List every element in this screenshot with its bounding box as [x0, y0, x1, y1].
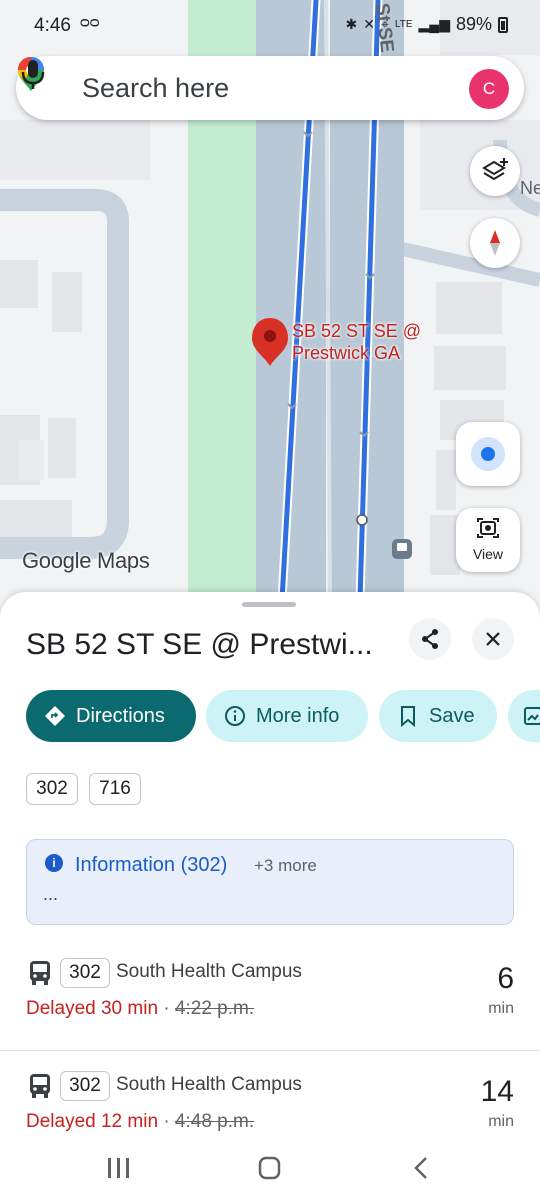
minutes-unit: min — [488, 1113, 514, 1130]
compass-icon — [490, 230, 500, 256]
layers-icon — [482, 158, 508, 181]
alert-ellipsis: ... — [43, 884, 59, 904]
bookmark-icon — [401, 706, 415, 727]
close-icon — [486, 632, 500, 646]
stop-label-line1: SB 52 ST SE @ — [292, 321, 421, 341]
minutes-until: 6 — [497, 962, 514, 995]
departure-status: Delayed 30 min · 4:22 p.m. — [26, 998, 254, 1020]
voicemail-icon: ᴑᴑ — [80, 14, 100, 31]
search-input[interactable]: Search here — [82, 73, 229, 104]
view-label: View — [472, 546, 504, 562]
lte-icon: LTE — [394, 19, 413, 30]
more-info-label: More info — [256, 704, 340, 727]
route-tag[interactable]: 302 — [26, 773, 78, 805]
scheduled-time: 4:48 p.m. — [174, 1111, 255, 1132]
share-icon — [422, 629, 438, 649]
alert-more-count: +3 more — [254, 856, 317, 875]
microphone-icon[interactable] — [16, 56, 50, 92]
share-button[interactable] — [409, 618, 451, 660]
place-title: SB 52 ST SE @ Prestwi... — [26, 628, 373, 661]
alert-title: Information (302) — [75, 854, 228, 876]
scheduled-time: 4:22 p.m. — [174, 998, 255, 1019]
system-nav-bar — [0, 1140, 540, 1200]
separator: · — [163, 1111, 170, 1132]
directions-label: Directions — [76, 704, 165, 727]
recent-apps-icon[interactable] — [108, 1158, 129, 1178]
transit-alert-box[interactable]: i Information (302) +3 more ... — [26, 839, 514, 925]
status-time: 4:46 — [34, 15, 71, 36]
minutes-until: 14 — [480, 1075, 514, 1108]
sheet-drag-handle[interactable] — [242, 602, 296, 607]
camera-icon — [477, 518, 499, 538]
home-icon[interactable] — [258, 1156, 281, 1180]
stop-marker-label[interactable]: SB 52 ST SE @ Prestwick GA — [292, 320, 421, 364]
layers-button[interactable] — [470, 146, 520, 196]
status-bar: 4:46 ᴑᴑ ✱ ✕ ⌖ LTE ▂▄▆ 89% — [0, 0, 540, 52]
minutes-unit: min — [488, 1000, 514, 1017]
stop-label-line2: Prestwick GA — [292, 343, 401, 363]
directions-icon — [45, 706, 65, 726]
signal-icon: ▂▄▆ — [418, 16, 450, 32]
photo-icon — [524, 707, 540, 725]
battery-icon — [498, 16, 508, 33]
departure-row[interactable]: 302 South Health Campus Delayed 30 min ·… — [0, 938, 540, 1050]
departure-route-badge: 302 — [60, 1071, 110, 1101]
back-icon[interactable] — [414, 1157, 427, 1179]
route-tag[interactable]: 716 — [89, 773, 141, 805]
share-photo-chip[interactable] — [508, 690, 540, 742]
more-info-button[interactable]: More info — [206, 690, 368, 742]
departure-status: Delayed 12 min · 4:48 p.m. — [26, 1111, 254, 1133]
street-view-button[interactable]: View — [456, 508, 520, 572]
mute-icon: ✕ — [363, 16, 376, 32]
location-icon: ⌖ — [381, 16, 389, 32]
road-label-right: Ne — [520, 178, 540, 198]
save-label: Save — [429, 704, 475, 727]
google-maps-logo: Google Maps — [22, 548, 150, 573]
battery-percent: 89% — [455, 14, 492, 34]
my-location-button[interactable] — [456, 422, 520, 486]
directions-button[interactable]: Directions — [26, 690, 196, 742]
bus-icon — [30, 1074, 50, 1098]
close-button[interactable] — [472, 618, 514, 660]
bluetooth-icon: ✱ — [345, 16, 358, 32]
departure-destination: South Health Campus — [116, 961, 302, 982]
search-bar[interactable]: Search here C — [16, 56, 524, 120]
departure-route-badge: 302 — [60, 958, 110, 988]
map-view[interactable]: St SE Ne SB 52 ST SE @ Prestwick GA Goog… — [0, 0, 540, 620]
compass-button[interactable] — [470, 218, 520, 268]
account-avatar[interactable]: C — [469, 69, 509, 109]
place-bottom-sheet[interactable]: SB 52 ST SE @ Prestwi... Directions More… — [0, 592, 540, 1200]
delay-text: Delayed 30 min — [26, 998, 159, 1019]
save-button[interactable]: Save — [379, 690, 497, 742]
my-location-icon — [471, 437, 505, 471]
bus-icon — [30, 961, 50, 985]
departure-destination: South Health Campus — [116, 1074, 302, 1095]
separator: · — [163, 998, 170, 1019]
info-icon — [225, 706, 245, 726]
delay-text: Delayed 12 min — [26, 1111, 159, 1132]
info-icon: i — [45, 854, 63, 872]
